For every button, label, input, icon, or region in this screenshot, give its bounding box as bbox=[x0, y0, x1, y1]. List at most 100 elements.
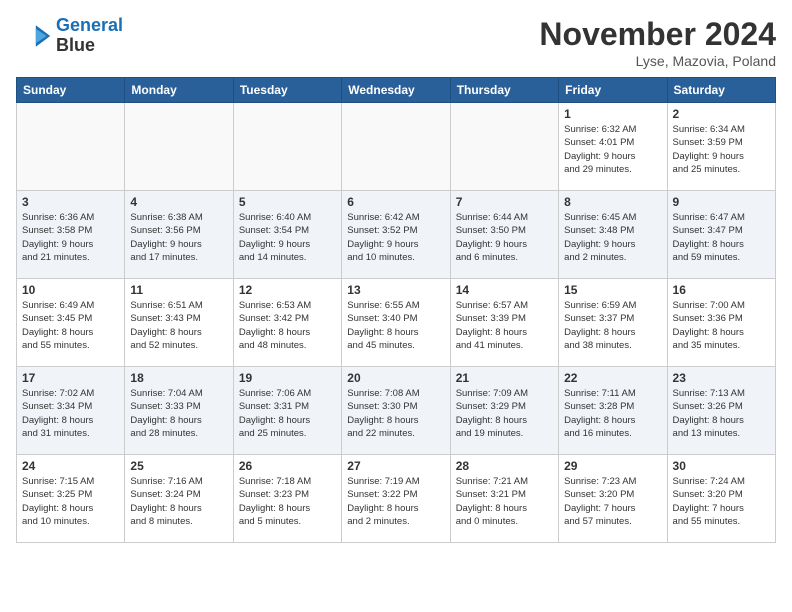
calendar-cell: 16Sunrise: 7:00 AM Sunset: 3:36 PM Dayli… bbox=[667, 279, 775, 367]
day-number: 4 bbox=[130, 195, 227, 209]
calendar-cell: 5 Sunrise: 6:40 AM Sunset: 3:54 PM Daylig… bbox=[233, 191, 341, 279]
day-number: 23 bbox=[673, 371, 770, 385]
day-number: 12 bbox=[239, 283, 336, 297]
day-number: 22 bbox=[564, 371, 661, 385]
day-number: 14 bbox=[456, 283, 553, 297]
day-info: Sunrise: 7:16 AM Sunset: 3:24 PM Dayligh… bbox=[130, 475, 227, 528]
day-info: Sunrise: 7:19 AM Sunset: 3:22 PM Dayligh… bbox=[347, 475, 444, 528]
day-info: Sunrise: 6:34 AM Sunset: 3:59 PM Dayligh… bbox=[673, 123, 770, 176]
calendar-cell: 6Sunrise: 6:42 AM Sunset: 3:52 PM Daylig… bbox=[342, 191, 450, 279]
day-info: Sunrise: 7:23 AM Sunset: 3:20 PM Dayligh… bbox=[564, 475, 661, 528]
day-number: 29 bbox=[564, 459, 661, 473]
calendar-cell: 10 Sunrise: 6:49 AM Sunset: 3:45 PM Dayli… bbox=[17, 279, 125, 367]
day-info: Sunrise: 6:49 AM Sunset: 3:45 PM Dayligh… bbox=[22, 299, 119, 352]
day-info: Sunrise: 6:57 AM Sunset: 3:39 PM Dayligh… bbox=[456, 299, 553, 352]
day-info: Sunrise: 6:59 AM Sunset: 3:37 PM Dayligh… bbox=[564, 299, 661, 352]
day-number: 8 bbox=[564, 195, 661, 209]
calendar-cell bbox=[342, 103, 450, 191]
col-header-sunday: Sunday bbox=[17, 78, 125, 103]
logo-text: General Blue bbox=[56, 16, 123, 56]
day-info: Sunrise: 6:51 AM Sunset: 3:43 PM Dayligh… bbox=[130, 299, 227, 352]
day-info: Sunrise: 6:53 AM Sunset: 3:42 PM Dayligh… bbox=[239, 299, 336, 352]
calendar-cell: 8 Sunrise: 6:45 AM Sunset: 3:48 PM Daylig… bbox=[559, 191, 667, 279]
day-info: Sunrise: 6:40 AM Sunset: 3:54 PM Dayligh… bbox=[239, 211, 336, 264]
day-number: 16 bbox=[673, 283, 770, 297]
day-info: Sunrise: 7:09 AM Sunset: 3:29 PM Dayligh… bbox=[456, 387, 553, 440]
calendar-cell: 9Sunrise: 6:47 AM Sunset: 3:47 PM Daylig… bbox=[667, 191, 775, 279]
day-info: Sunrise: 6:42 AM Sunset: 3:52 PM Dayligh… bbox=[347, 211, 444, 264]
day-info: Sunrise: 7:04 AM Sunset: 3:33 PM Dayligh… bbox=[130, 387, 227, 440]
day-number: 13 bbox=[347, 283, 444, 297]
day-number: 18 bbox=[130, 371, 227, 385]
day-number: 15 bbox=[564, 283, 661, 297]
calendar-week-3: 10 Sunrise: 6:49 AM Sunset: 3:45 PM Dayli… bbox=[17, 279, 776, 367]
col-header-friday: Friday bbox=[559, 78, 667, 103]
day-info: Sunrise: 7:11 AM Sunset: 3:28 PM Dayligh… bbox=[564, 387, 661, 440]
day-number: 20 bbox=[347, 371, 444, 385]
day-number: 10 bbox=[22, 283, 119, 297]
calendar-cell: 25 Sunrise: 7:16 AM Sunset: 3:24 PM Dayli… bbox=[125, 455, 233, 543]
day-number: 3 bbox=[22, 195, 119, 209]
day-info: Sunrise: 7:18 AM Sunset: 3:23 PM Dayligh… bbox=[239, 475, 336, 528]
logo-icon bbox=[16, 18, 52, 54]
calendar-cell: 17Sunrise: 7:02 AM Sunset: 3:34 PM Dayli… bbox=[17, 367, 125, 455]
calendar-cell: 15 Sunrise: 6:59 AM Sunset: 3:37 PM Dayli… bbox=[559, 279, 667, 367]
day-number: 27 bbox=[347, 459, 444, 473]
day-number: 24 bbox=[22, 459, 119, 473]
calendar-cell: 26 Sunrise: 7:18 AM Sunset: 3:23 PM Dayli… bbox=[233, 455, 341, 543]
calendar-cell: 21Sunrise: 7:09 AM Sunset: 3:29 PM Dayli… bbox=[450, 367, 558, 455]
calendar-cell: 30 Sunrise: 7:24 AM Sunset: 3:20 PM Dayli… bbox=[667, 455, 775, 543]
col-header-thursday: Thursday bbox=[450, 78, 558, 103]
location: Lyse, Mazovia, Poland bbox=[539, 53, 776, 69]
calendar-cell: 27 Sunrise: 7:19 AM Sunset: 3:22 PM Dayli… bbox=[342, 455, 450, 543]
calendar-cell: 24 Sunrise: 7:15 AM Sunset: 3:25 PM Dayli… bbox=[17, 455, 125, 543]
day-info: Sunrise: 7:06 AM Sunset: 3:31 PM Dayligh… bbox=[239, 387, 336, 440]
day-info: Sunrise: 7:08 AM Sunset: 3:30 PM Dayligh… bbox=[347, 387, 444, 440]
day-number: 26 bbox=[239, 459, 336, 473]
header: General Blue November 2024 Lyse, Mazovia… bbox=[16, 16, 776, 69]
day-info: Sunrise: 6:55 AM Sunset: 3:40 PM Dayligh… bbox=[347, 299, 444, 352]
calendar-cell: 14 Sunrise: 6:57 AM Sunset: 3:39 PM Dayli… bbox=[450, 279, 558, 367]
calendar-cell: 4 Sunrise: 6:38 AM Sunset: 3:56 PM Daylig… bbox=[125, 191, 233, 279]
day-info: Sunrise: 7:21 AM Sunset: 3:21 PM Dayligh… bbox=[456, 475, 553, 528]
day-info: Sunrise: 7:02 AM Sunset: 3:34 PM Dayligh… bbox=[22, 387, 119, 440]
day-info: Sunrise: 6:45 AM Sunset: 3:48 PM Dayligh… bbox=[564, 211, 661, 264]
day-info: Sunrise: 7:24 AM Sunset: 3:20 PM Dayligh… bbox=[673, 475, 770, 528]
calendar-cell: 29 Sunrise: 7:23 AM Sunset: 3:20 PM Dayli… bbox=[559, 455, 667, 543]
calendar-cell bbox=[125, 103, 233, 191]
calendar-table: SundayMondayTuesdayWednesdayThursdayFrid… bbox=[16, 77, 776, 543]
col-header-monday: Monday bbox=[125, 78, 233, 103]
calendar-cell bbox=[17, 103, 125, 191]
col-header-wednesday: Wednesday bbox=[342, 78, 450, 103]
day-info: Sunrise: 6:36 AM Sunset: 3:58 PM Dayligh… bbox=[22, 211, 119, 264]
day-number: 28 bbox=[456, 459, 553, 473]
logo: General Blue bbox=[16, 16, 123, 56]
calendar-cell bbox=[233, 103, 341, 191]
day-number: 9 bbox=[673, 195, 770, 209]
day-info: Sunrise: 6:32 AM Sunset: 4:01 PM Dayligh… bbox=[564, 123, 661, 176]
calendar-week-1: 1 Sunrise: 6:32 AM Sunset: 4:01 PM Daylig… bbox=[17, 103, 776, 191]
day-number: 1 bbox=[564, 107, 661, 121]
calendar-cell: 28 Sunrise: 7:21 AM Sunset: 3:21 PM Dayli… bbox=[450, 455, 558, 543]
day-number: 25 bbox=[130, 459, 227, 473]
calendar-cell: 1 Sunrise: 6:32 AM Sunset: 4:01 PM Daylig… bbox=[559, 103, 667, 191]
calendar-week-2: 3 Sunrise: 6:36 AM Sunset: 3:58 PM Daylig… bbox=[17, 191, 776, 279]
day-number: 30 bbox=[673, 459, 770, 473]
day-info: Sunrise: 7:15 AM Sunset: 3:25 PM Dayligh… bbox=[22, 475, 119, 528]
calendar-cell: 3 Sunrise: 6:36 AM Sunset: 3:58 PM Daylig… bbox=[17, 191, 125, 279]
calendar-cell: 20 Sunrise: 7:08 AM Sunset: 3:30 PM Dayli… bbox=[342, 367, 450, 455]
calendar-week-4: 17Sunrise: 7:02 AM Sunset: 3:34 PM Dayli… bbox=[17, 367, 776, 455]
day-number: 5 bbox=[239, 195, 336, 209]
calendar-header-row: SundayMondayTuesdayWednesdayThursdayFrid… bbox=[17, 78, 776, 103]
day-number: 19 bbox=[239, 371, 336, 385]
calendar-cell: 13 Sunrise: 6:55 AM Sunset: 3:40 PM Dayli… bbox=[342, 279, 450, 367]
day-number: 7 bbox=[456, 195, 553, 209]
day-info: Sunrise: 6:44 AM Sunset: 3:50 PM Dayligh… bbox=[456, 211, 553, 264]
calendar-cell: 18 Sunrise: 7:04 AM Sunset: 3:33 PM Dayli… bbox=[125, 367, 233, 455]
day-info: Sunrise: 6:38 AM Sunset: 3:56 PM Dayligh… bbox=[130, 211, 227, 264]
calendar-cell: 19 Sunrise: 7:06 AM Sunset: 3:31 PM Dayli… bbox=[233, 367, 341, 455]
day-number: 2 bbox=[673, 107, 770, 121]
calendar-week-5: 24 Sunrise: 7:15 AM Sunset: 3:25 PM Dayli… bbox=[17, 455, 776, 543]
page: General Blue November 2024 Lyse, Mazovia… bbox=[0, 0, 792, 612]
calendar-cell: 7 Sunrise: 6:44 AM Sunset: 3:50 PM Daylig… bbox=[450, 191, 558, 279]
